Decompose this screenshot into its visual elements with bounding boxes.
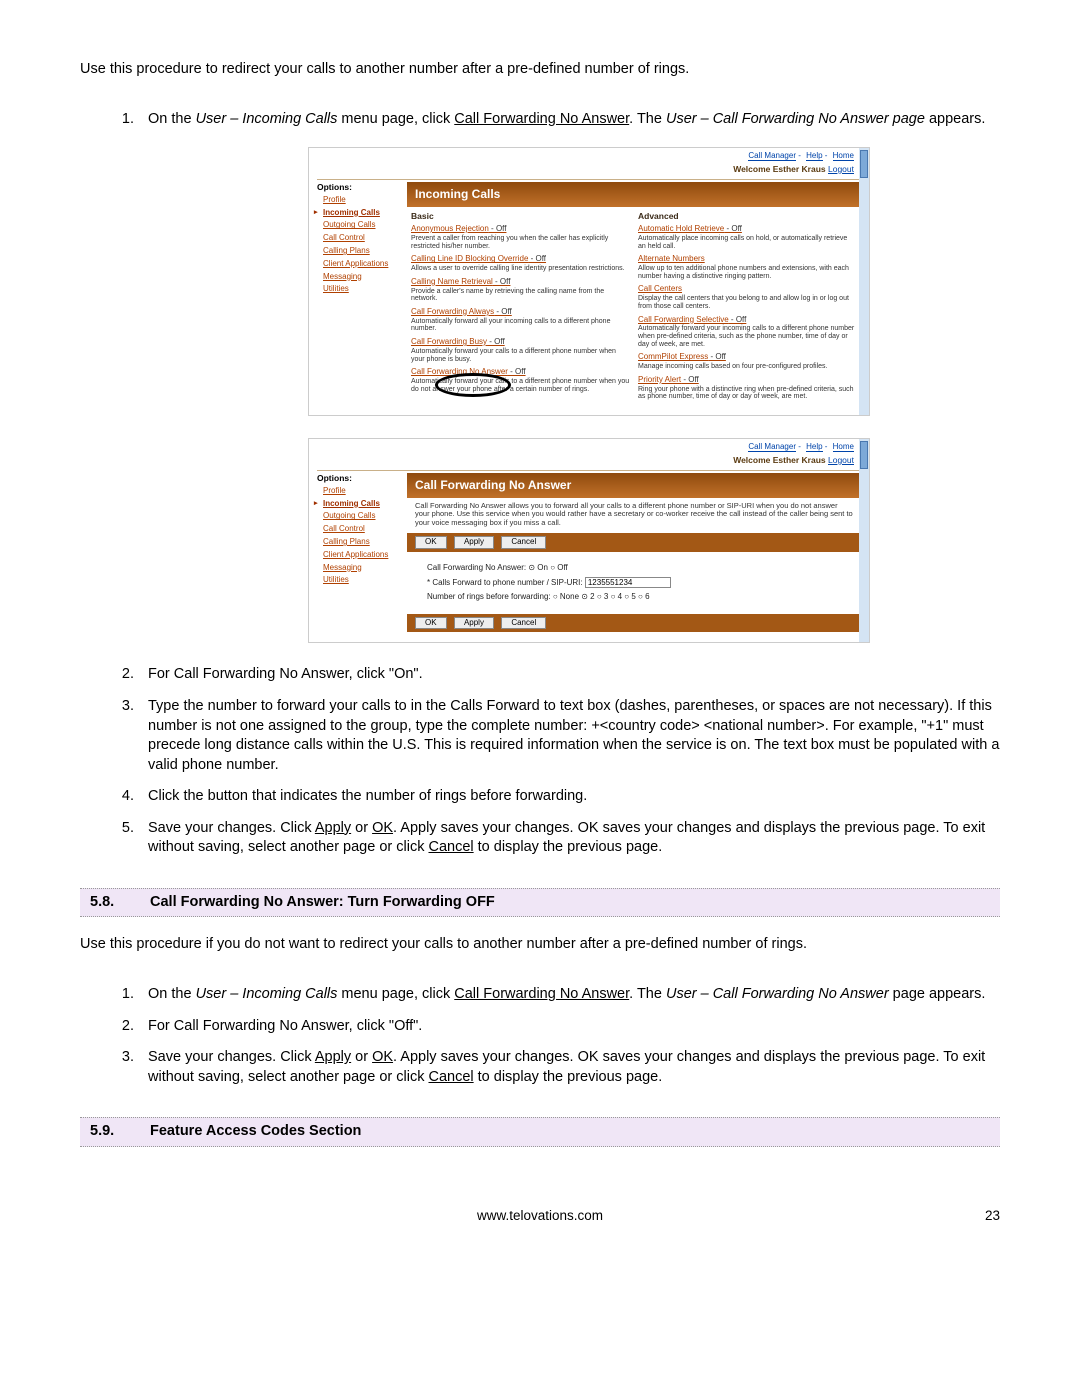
ok-button[interactable]: OK <box>415 617 447 630</box>
footer-url: www.telovations.com <box>477 1208 603 1223</box>
screenshot-cfna: Call Manager - Help - Home Welcome Esthe… <box>308 438 870 643</box>
page-title-cfna: Call Forwarding No Answer <box>407 473 861 497</box>
link-call-manager[interactable]: Call Manager <box>748 151 796 161</box>
cancel-button[interactable]: Cancel <box>501 617 546 630</box>
scrollbar[interactable] <box>859 439 869 642</box>
cancel-button[interactable]: Cancel <box>501 536 546 549</box>
intro-58: Use this procedure if you do not want to… <box>80 935 1000 955</box>
footer: www.telovations.com 23 <box>80 1207 1000 1225</box>
step2-1: On the User – Incoming Calls menu page, … <box>138 985 1000 1005</box>
forward-number-input[interactable] <box>585 577 671 588</box>
advanced-col: Automatic Hold Retrieve - OffAutomatical… <box>634 224 861 405</box>
link-logout[interactable]: Logout <box>828 164 854 174</box>
page-title: Incoming Calls <box>407 182 861 206</box>
section-heading-59: 5.9.Feature Access Codes Section <box>80 1117 1000 1147</box>
link-home[interactable]: Home <box>833 151 854 161</box>
steps-list-2: On the User – Incoming Calls menu page, … <box>80 985 1000 1087</box>
section-heading-58: 5.8.Call Forwarding No Answer: Turn Forw… <box>80 888 1000 918</box>
cfna-onoff-row[interactable]: Call Forwarding No Answer: ⊙ On ○ Off <box>427 563 841 574</box>
step-1: On the User – Incoming Calls menu page, … <box>138 110 1000 644</box>
sidebar-item-profile[interactable]: Profile <box>317 194 407 207</box>
intro: Use this procedure to redirect your call… <box>80 60 1000 80</box>
step-4: Click the button that indicates the numb… <box>138 787 1000 807</box>
page-number: 23 <box>985 1207 1000 1225</box>
step-5: Save your changes. Click Apply or OK. Ap… <box>138 819 1000 858</box>
step-3: Type the number to forward your calls to… <box>138 697 1000 775</box>
apply-button[interactable]: Apply <box>454 617 494 630</box>
screenshot-incoming-calls: Call Manager - Help - Home Welcome Esthe… <box>308 147 870 416</box>
sidebar-item-incoming[interactable]: Incoming Calls <box>317 207 407 220</box>
rings-row[interactable]: Number of rings before forwarding: ○ Non… <box>427 592 841 603</box>
apply-button[interactable]: Apply <box>454 536 494 549</box>
sidebar-item-outgoing[interactable]: Outgoing Calls <box>317 219 407 232</box>
highlight-circle-icon <box>435 373 511 397</box>
sidebar-item-utilities[interactable]: Utilities <box>317 283 407 296</box>
top-links: Call Manager - Help - Home <box>309 148 869 164</box>
steps-list-1: On the User – Incoming Calls menu page, … <box>80 110 1000 858</box>
sidebar-item-callingplans[interactable]: Calling Plans <box>317 245 407 258</box>
scrollbar[interactable] <box>859 148 869 415</box>
ok-button[interactable]: OK <box>415 536 447 549</box>
link-help[interactable]: Help <box>806 151 822 161</box>
sidebar-item-messaging[interactable]: Messaging <box>317 271 407 284</box>
step2-2: For Call Forwarding No Answer, click "Of… <box>138 1017 1000 1037</box>
sidebar: Options: Profile Incoming Calls Outgoing… <box>317 182 407 405</box>
sidebar-item-callcontrol[interactable]: Call Control <box>317 232 407 245</box>
step-2: For Call Forwarding No Answer, click "On… <box>138 665 1000 685</box>
cfna-form: Call Forwarding No Answer: ⊙ On ○ Off * … <box>407 552 861 613</box>
sidebar-item-clientapps[interactable]: Client Applications <box>317 258 407 271</box>
cfna-description: Call Forwarding No Answer allows you to … <box>407 498 861 534</box>
step2-3: Save your changes. Click Apply or OK. Ap… <box>138 1048 1000 1087</box>
